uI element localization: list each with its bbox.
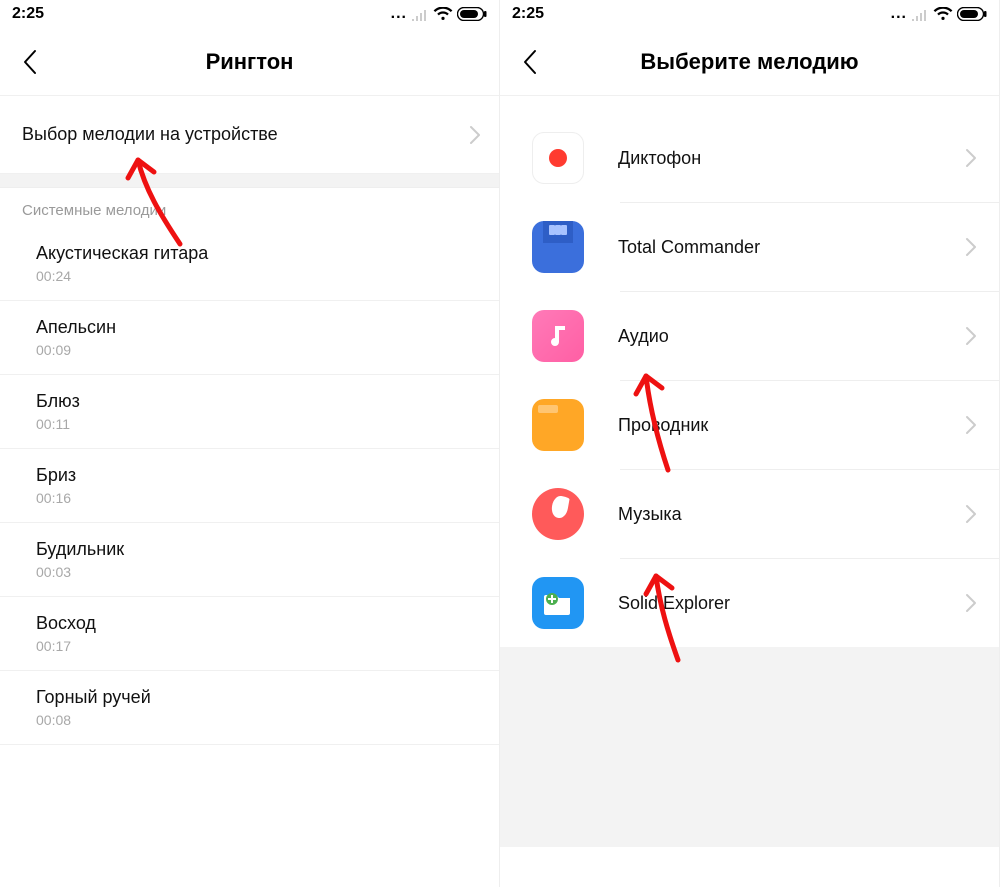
app-label: Аудио <box>618 326 669 347</box>
app-label: Solid Explorer <box>618 593 730 614</box>
clock: 2:25 <box>512 5 544 23</box>
page-title: Выберите мелодию <box>520 49 979 75</box>
statusbar: 2:25 ... <box>0 0 499 28</box>
solid-explorer-icon <box>532 577 584 629</box>
statusbar: 2:25 ... <box>500 0 999 28</box>
melody-duration: 00:08 <box>36 712 477 728</box>
app-label: Музыка <box>618 504 682 525</box>
melody-name: Бриз <box>36 465 477 486</box>
phone-left: 2:25 ... Рингтон Выбор мелодии на устрой… <box>0 0 500 887</box>
phone-right: 2:25 ... Выберите мелодию Диктофон <box>500 0 1000 887</box>
header: Выберите мелодию <box>500 28 999 96</box>
page-title: Рингтон <box>20 49 479 75</box>
signal-icon <box>911 7 929 21</box>
battery-icon <box>457 7 487 21</box>
melody-item[interactable]: Акустическая гитара 00:24 <box>0 227 499 301</box>
recorder-icon <box>532 132 584 184</box>
melody-item[interactable]: Будильник 00:03 <box>0 523 499 597</box>
melody-name: Апельсин <box>36 317 477 338</box>
melody-item[interactable]: Апельсин 00:09 <box>0 301 499 375</box>
melody-duration: 00:16 <box>36 490 477 506</box>
app-row-music[interactable]: Музыка <box>500 470 999 558</box>
section-gap <box>0 174 499 188</box>
melody-item[interactable]: Бриз 00:16 <box>0 449 499 523</box>
melody-duration: 00:09 <box>36 342 477 358</box>
wifi-icon <box>433 7 453 21</box>
chevron-right-icon <box>965 326 977 346</box>
more-icon: ... <box>391 5 407 23</box>
chevron-right-icon <box>965 148 977 168</box>
melody-name: Блюз <box>36 391 477 412</box>
app-picker-list: Диктофон Total Commander Аудио Проводник <box>500 96 999 647</box>
chevron-right-icon <box>469 125 481 145</box>
app-label: Проводник <box>618 415 708 436</box>
empty-area <box>500 647 999 847</box>
melody-duration: 00:24 <box>36 268 477 284</box>
section-label: Системные мелодии <box>0 188 499 227</box>
device-melody-label: Выбор мелодии на устройстве <box>22 124 278 145</box>
more-icon: ... <box>891 5 907 23</box>
music-note-icon <box>532 310 584 362</box>
app-row-audio[interactable]: Аудио <box>500 292 999 380</box>
app-row-file-explorer[interactable]: Проводник <box>500 381 999 469</box>
melody-item[interactable]: Восход 00:17 <box>0 597 499 671</box>
melody-duration: 00:11 <box>36 416 477 432</box>
battery-icon <box>957 7 987 21</box>
header: Рингтон <box>0 28 499 96</box>
app-row-recorder[interactable]: Диктофон <box>500 114 999 202</box>
chevron-right-icon <box>965 237 977 257</box>
melody-item[interactable]: Горный ручей 00:08 <box>0 671 499 745</box>
wifi-icon <box>933 7 953 21</box>
system-melody-list: Акустическая гитара 00:24 Апельсин 00:09… <box>0 227 499 745</box>
melody-name: Будильник <box>36 539 477 560</box>
app-row-total-commander[interactable]: Total Commander <box>500 203 999 291</box>
melody-duration: 00:17 <box>36 638 477 654</box>
chevron-right-icon <box>965 415 977 435</box>
back-button[interactable] <box>18 50 42 74</box>
melody-item[interactable]: Блюз 00:11 <box>0 375 499 449</box>
chevron-right-icon <box>965 593 977 613</box>
status-icons: ... <box>891 5 987 23</box>
app-row-solid-explorer[interactable]: Solid Explorer <box>500 559 999 647</box>
clock: 2:25 <box>12 5 44 23</box>
signal-icon <box>411 7 429 21</box>
melody-name: Акустическая гитара <box>36 243 477 264</box>
melody-name: Горный ручей <box>36 687 477 708</box>
app-label: Диктофон <box>618 148 701 169</box>
music-app-icon <box>532 488 584 540</box>
app-label: Total Commander <box>618 237 760 258</box>
floppy-disk-icon <box>532 221 584 273</box>
status-icons: ... <box>391 5 487 23</box>
melody-name: Восход <box>36 613 477 634</box>
chevron-right-icon <box>965 504 977 524</box>
back-button[interactable] <box>518 50 542 74</box>
folder-icon <box>532 399 584 451</box>
device-melody-option[interactable]: Выбор мелодии на устройстве <box>0 96 499 174</box>
melody-duration: 00:03 <box>36 564 477 580</box>
